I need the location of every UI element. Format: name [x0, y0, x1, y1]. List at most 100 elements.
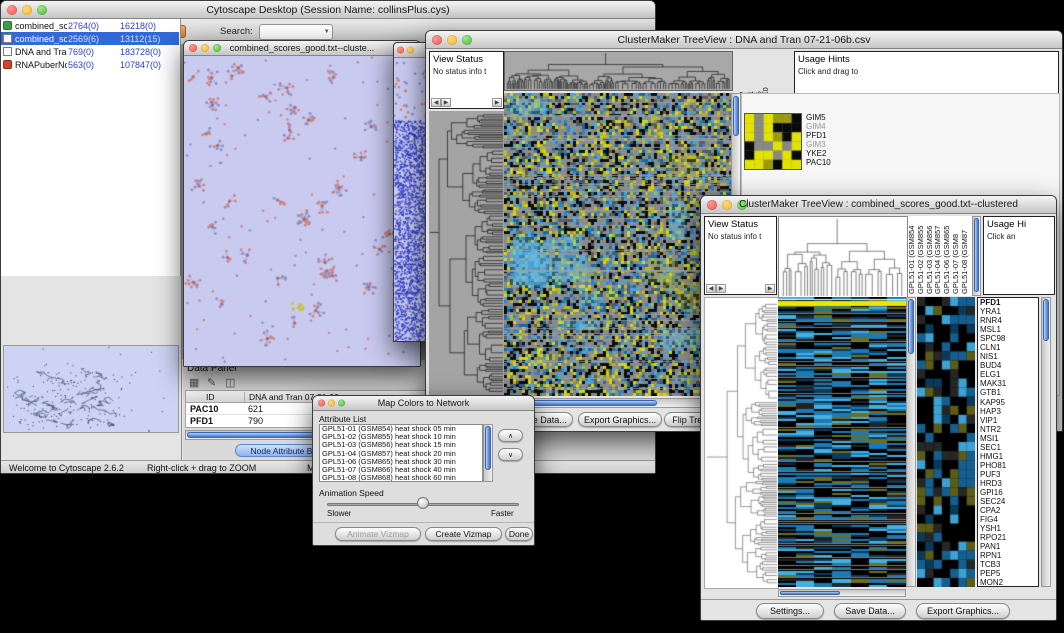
close-button[interactable]	[318, 400, 325, 407]
heatmap-canvas[interactable]	[504, 93, 731, 396]
label-vscrollbar[interactable]	[972, 216, 981, 296]
zoom-heatmap-canvas[interactable]	[917, 297, 975, 587]
vscroll-thumb[interactable]	[908, 299, 914, 354]
speed-slider-thumb[interactable]	[417, 497, 429, 509]
gene-label[interactable]: PHO81	[978, 461, 1038, 470]
row-dendrogram-canvas[interactable]	[429, 111, 504, 396]
database-icon[interactable]: ◫	[225, 376, 235, 389]
edit-pencil-icon[interactable]: ✎	[207, 376, 216, 389]
minimize-button[interactable]	[722, 200, 732, 210]
gene-label[interactable]: RNR4	[978, 316, 1038, 325]
network-list-item[interactable]: DNA and Tran 07 769(0) 183728(0)	[1, 45, 179, 58]
network-list-item-selected[interactable]: combined_sco 2569(6) 13112(15)	[1, 32, 179, 45]
gene-label[interactable]: CPA2	[978, 506, 1038, 515]
gene-label[interactable]: PUF3	[978, 470, 1038, 479]
move-up-button[interactable]: ∧	[498, 429, 523, 442]
heatmap-canvas[interactable]	[778, 297, 906, 587]
hscroll-thumb[interactable]	[780, 591, 840, 595]
gene-label[interactable]: GIM4	[806, 122, 856, 131]
export-graphics-button[interactable]: Export Graphics...	[916, 603, 1010, 619]
gene-label[interactable]: SEC24	[978, 497, 1038, 506]
gene-label[interactable]: HAP3	[978, 407, 1038, 416]
close-button[interactable]	[707, 200, 717, 210]
treeview-titlebar[interactable]: ClusterMaker TreeView : combined_scores_…	[701, 196, 1056, 214]
gene-label[interactable]: PAN1	[978, 542, 1038, 551]
gene-label[interactable]: YRA1	[978, 307, 1038, 316]
gene-label[interactable]: ELG1	[978, 370, 1038, 379]
network-list-item[interactable]: combined_scores 2764(0) 16218(0)	[1, 19, 179, 32]
settings-button[interactable]: Settings...	[756, 603, 824, 619]
zoom-button[interactable]	[338, 400, 345, 407]
gene-label[interactable]: PFD1	[978, 298, 1038, 307]
network-view-titlebar[interactable]: combined_scores_good.txt--cluste...	[184, 41, 420, 56]
gene-label[interactable]: HMG1	[978, 452, 1038, 461]
gene-label[interactable]: GTB1	[978, 388, 1038, 397]
minimize-button[interactable]	[407, 47, 414, 54]
network-canvas[interactable]	[184, 56, 420, 366]
treeview-titlebar[interactable]: ClusterMaker TreeView : DNA and Tran 07-…	[426, 31, 1062, 49]
gene-label[interactable]: HRD3	[978, 479, 1038, 488]
gene-label[interactable]: GIM5	[806, 113, 856, 122]
gene-label[interactable]: TCB3	[978, 560, 1038, 569]
gene-label[interactable]: MSL1	[978, 325, 1038, 334]
close-button[interactable]	[189, 44, 197, 52]
gene-label[interactable]: SEC1	[978, 443, 1038, 452]
gene-label[interactable]: VIP1	[978, 416, 1038, 425]
gene-label[interactable]: MON2	[978, 578, 1038, 587]
table-grid-icon[interactable]: ▦	[189, 376, 199, 389]
gene-label[interactable]: CLN1	[978, 343, 1038, 352]
scroll-right-icon[interactable]: ▶	[716, 284, 726, 293]
network-overview-canvas[interactable]	[4, 346, 178, 432]
export-graphics-button[interactable]: Export Graphics...	[578, 412, 662, 427]
attribute-item[interactable]: GPL51-08 (GSM868) heat shock 60 min	[320, 474, 482, 481]
scroll-right-icon[interactable]: ▶	[441, 98, 451, 107]
close-button[interactable]	[7, 5, 17, 15]
done-button[interactable]: Done	[505, 527, 533, 541]
close-button[interactable]	[432, 35, 442, 45]
col-id[interactable]: ID	[206, 392, 215, 402]
network-list-item[interactable]: RNAPuberNov2 563(0) 107847(0)	[1, 58, 179, 71]
vscroll-thumb[interactable]	[1043, 299, 1049, 341]
network-overview[interactable]	[3, 345, 179, 433]
gene-label[interactable]: FIG4	[978, 515, 1038, 524]
create-vizmap-button[interactable]: Create Vizmap	[425, 527, 502, 541]
gene-label[interactable]: NIS1	[978, 352, 1038, 361]
scroll-right-icon[interactable]: ▶	[765, 284, 775, 293]
gene-label[interactable]: GIM3	[806, 140, 856, 149]
gene-label[interactable]: KAP95	[978, 398, 1038, 407]
gene-label[interactable]: BUD4	[978, 361, 1038, 370]
animate-vizmap-button[interactable]: Animate Vizmap	[335, 527, 421, 541]
gene-label[interactable]: RPO21	[978, 533, 1038, 542]
gene-label[interactable]: SPC98	[978, 334, 1038, 343]
save-data-button[interactable]: Save Data...	[834, 603, 906, 619]
dialog-titlebar[interactable]: Map Colors to Network	[313, 396, 534, 411]
gene-label[interactable]: GPI16	[978, 488, 1038, 497]
chevron-down-icon[interactable]: ▼	[324, 29, 330, 35]
gene-label[interactable]: NTR2	[978, 425, 1038, 434]
gene-label[interactable]: PFD1	[806, 131, 856, 140]
cytoscape-titlebar[interactable]: Cytoscape Desktop (Session Name: collins…	[1, 1, 655, 19]
minimize-button[interactable]	[328, 400, 335, 407]
minimize-button[interactable]	[22, 5, 32, 15]
heatmap-vscrollbar[interactable]	[906, 297, 916, 587]
gene-label[interactable]: MSI1	[978, 434, 1038, 443]
mini-heatmap-canvas[interactable]	[744, 113, 802, 170]
list-vscrollbar[interactable]	[483, 424, 493, 482]
minimize-button[interactable]	[201, 44, 209, 52]
gene-label[interactable]: PEP5	[978, 569, 1038, 578]
gene-label[interactable]: YSH1	[978, 524, 1038, 533]
search-input[interactable]: ▼	[259, 24, 333, 40]
minimize-button[interactable]	[447, 35, 457, 45]
gene-label[interactable]: YKE2	[806, 149, 856, 158]
vscroll-thumb[interactable]	[974, 218, 979, 292]
scroll-left-icon[interactable]: ◀	[706, 284, 716, 293]
column-label[interactable]: GPL51-08 (GSM87	[961, 216, 970, 294]
scroll-right-icon[interactable]: ▶	[492, 98, 502, 107]
heatmap-hscrollbar[interactable]	[778, 589, 906, 597]
gene-label[interactable]: MAK31	[978, 379, 1038, 388]
scroll-left-icon[interactable]: ◀	[431, 98, 441, 107]
vscroll-thumb[interactable]	[485, 426, 491, 470]
move-down-button[interactable]: ∨	[498, 448, 523, 461]
row-dendrogram-canvas[interactable]	[704, 297, 779, 589]
gene-list-vscrollbar[interactable]	[1041, 297, 1051, 587]
